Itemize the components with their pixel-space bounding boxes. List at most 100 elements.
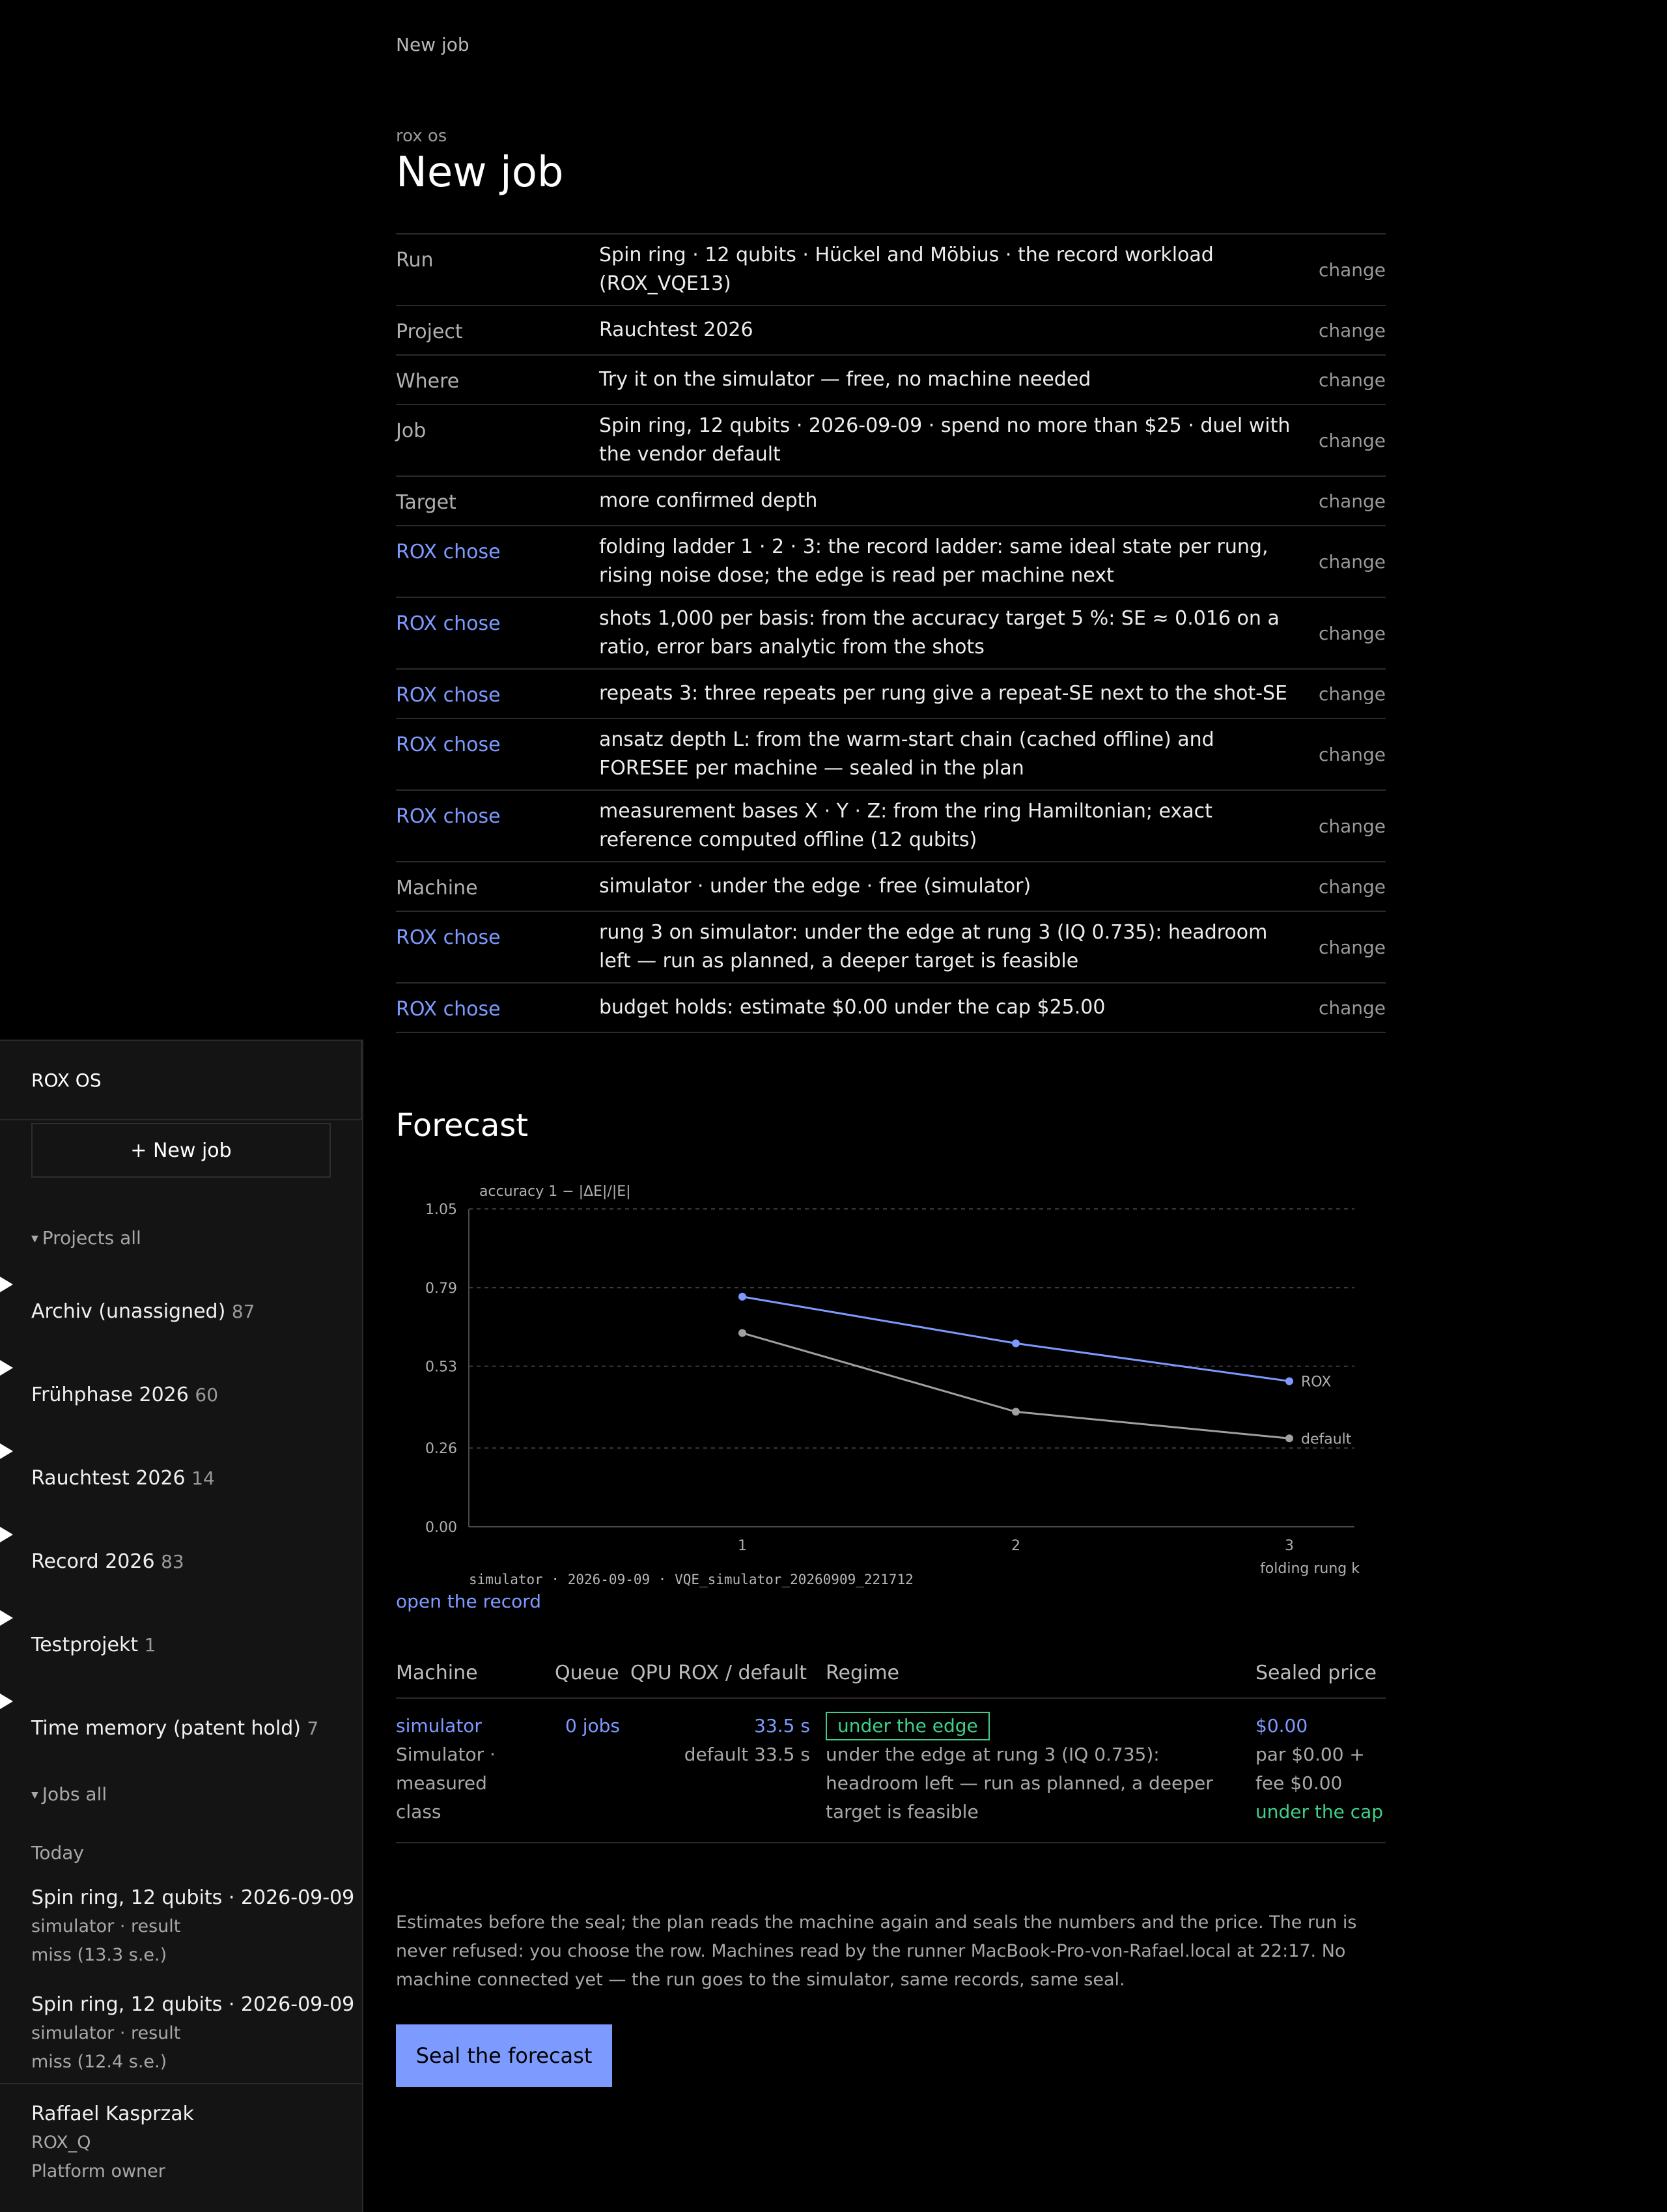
jobs-header[interactable]: ▼ Jobs all: [31, 1783, 107, 1805]
project-name: Rauchtest 2026: [31, 1467, 186, 1490]
change-link[interactable]: change: [1314, 259, 1386, 281]
y-tick-label: 0.79: [425, 1281, 457, 1297]
caret-down-icon: ▼: [31, 1790, 38, 1800]
project-count: 7: [307, 1718, 319, 1739]
user-org: ROX_Q: [31, 2133, 91, 2153]
spec-label: Machine: [396, 877, 478, 900]
change-link[interactable]: change: [1314, 744, 1386, 765]
spec-row: ROX chose measurement bases X · Y · Z: fr…: [396, 791, 1386, 862]
chart-caption: simulator · 2026-09-09 · VQE_simulator_2…: [469, 1572, 914, 1587]
spec-row: ROX chose folding ladder 1 · 2 · 3: the r…: [396, 526, 1386, 598]
open-record-link[interactable]: open the record: [396, 1591, 541, 1612]
project-count: 60: [195, 1384, 219, 1406]
project-name: Frühphase 2026: [31, 1383, 189, 1406]
machine-name-link[interactable]: simulator: [396, 1712, 555, 1740]
sidebar: ROX OS + New job ▼ Projects all Archiv (u…: [0, 1040, 363, 2212]
project-count: 1: [144, 1634, 156, 1656]
spec-row: Target more confirmed depth change: [396, 477, 1386, 526]
sidebar-project-item[interactable]: Record 2026 83: [31, 1550, 184, 1573]
seal-forecast-button[interactable]: Seal the forecast: [396, 2024, 612, 2087]
job-title: Spin ring, 12 qubits · 2026-09-09: [31, 1993, 355, 2016]
change-link[interactable]: change: [1314, 876, 1386, 898]
spec-label: ROX chose: [396, 684, 501, 707]
new-job-button[interactable]: + New job: [31, 1123, 331, 1178]
expand-arrow-icon[interactable]: [0, 1610, 13, 1626]
data-point-ROX: [738, 1292, 746, 1301]
spec-label: Where: [396, 370, 460, 393]
regime-badge: under the edge: [826, 1712, 990, 1740]
col-price: Sealed price: [1255, 1661, 1377, 1684]
series-line-default: [742, 1332, 1290, 1439]
spec-label: ROX chose: [396, 805, 501, 828]
spec-row: Project Rauchtest 2026 change: [396, 306, 1386, 356]
job-result: miss (13.3 s.e.): [31, 1945, 167, 1965]
change-link[interactable]: change: [1314, 815, 1386, 837]
data-point-default: [738, 1329, 746, 1337]
projects-header[interactable]: ▼ Projects all: [31, 1227, 141, 1249]
change-link[interactable]: change: [1314, 490, 1386, 512]
job-meta: simulator · result: [31, 1916, 181, 1936]
spec-label: Target: [396, 491, 456, 514]
brand-logo[interactable]: ROX OS: [0, 1040, 362, 1120]
spec-value: measurement bases X · Y · Z: from the ri…: [599, 800, 1212, 851]
spec-row: ROX chose rung 3 on simulator: under the …: [396, 912, 1386, 984]
expand-arrow-icon[interactable]: [0, 1443, 13, 1459]
col-machine: Machine: [396, 1661, 478, 1684]
spec-value: rung 3 on simulator: under the edge at r…: [599, 921, 1268, 972]
project-name: Time memory (patent hold): [31, 1717, 301, 1740]
data-point-ROX: [1012, 1339, 1020, 1348]
x-tick-label: 2: [1011, 1538, 1020, 1554]
change-link[interactable]: change: [1314, 623, 1386, 644]
spec-value: folding ladder 1 · 2 · 3: the record lad…: [599, 535, 1268, 587]
jobs-header-label: Jobs all: [42, 1783, 107, 1805]
col-qpu: QPU ROX / default: [630, 1661, 807, 1684]
sealed-price: $0.00: [1255, 1715, 1308, 1737]
job-spec-table: Run Spin ring · 12 qubits · Hückel and Mö…: [396, 233, 1386, 1033]
sidebar-project-item[interactable]: Frühphase 2026 60: [31, 1383, 218, 1406]
project-count: 14: [191, 1468, 215, 1489]
change-link[interactable]: change: [1314, 320, 1386, 341]
data-point-default: [1012, 1408, 1020, 1416]
expand-arrow-icon[interactable]: [0, 1527, 13, 1542]
spec-value: Spin ring · 12 qubits · Hückel and Möbiu…: [599, 244, 1214, 295]
change-link[interactable]: change: [1314, 369, 1386, 391]
sidebar-project-item[interactable]: Time memory (patent hold) 7: [31, 1717, 318, 1740]
change-link[interactable]: change: [1314, 430, 1386, 451]
sidebar-project-item[interactable]: Testprojekt 1: [31, 1634, 156, 1656]
expand-arrow-icon[interactable]: [0, 1694, 13, 1709]
change-link[interactable]: change: [1314, 937, 1386, 958]
change-link[interactable]: change: [1314, 683, 1386, 705]
spec-row: Job Spin ring, 12 qubits · 2026-09-09 · s…: [396, 405, 1386, 477]
col-regime: Regime: [826, 1661, 900, 1684]
expand-arrow-icon[interactable]: [0, 1360, 13, 1376]
expand-arrow-icon[interactable]: [0, 1277, 13, 1292]
caret-down-icon: ▼: [31, 1234, 38, 1244]
sidebar-project-item[interactable]: Archiv (unassigned) 87: [31, 1300, 255, 1323]
spec-row: Machine simulator · under the edge · free…: [396, 862, 1386, 912]
spec-label: ROX chose: [396, 733, 501, 756]
user-card[interactable]: Raffael Kasprzak ROX_Q Platform owner: [0, 2083, 362, 2181]
forecast-chart: 0.00 0.26 0.53 0.79 1.05 accuracy 1 − |ΔE|/|E…: [425, 1184, 1360, 1587]
queue-count: 0 jobs: [565, 1715, 620, 1737]
user-name: Raffael Kasprzak: [31, 2103, 194, 2125]
project-count: 87: [231, 1301, 255, 1322]
change-link[interactable]: change: [1314, 551, 1386, 573]
spec-label: ROX chose: [396, 926, 501, 949]
qpu-rox-time: 33.5 s: [754, 1715, 810, 1737]
job-meta: simulator · result: [31, 2023, 181, 2043]
spec-row: ROX chose shots 1,000 per basis: from the…: [396, 598, 1386, 670]
spec-label: ROX chose: [396, 541, 501, 563]
change-link[interactable]: change: [1314, 997, 1386, 1019]
sidebar-project-item[interactable]: Rauchtest 2026 14: [31, 1467, 215, 1490]
project-name: Record 2026: [31, 1550, 155, 1573]
job-result: miss (12.4 s.e.): [31, 2052, 167, 2072]
spec-label: Project: [396, 320, 463, 343]
col-queue: Queue: [555, 1661, 619, 1684]
regime-text: under the edge at rung 3 (IQ 0.735): hea…: [826, 1744, 1213, 1822]
job-title: Spin ring, 12 qubits · 2026-09-09: [31, 1886, 355, 1909]
spec-label: Run: [396, 249, 434, 272]
spec-label: Job: [396, 419, 427, 442]
page-title: New job: [396, 149, 564, 197]
table-row[interactable]: simulator Simulator · measured class 0 j…: [396, 1699, 1386, 1843]
machines-table-header: Machine Queue QPU ROX / default Regime S…: [396, 1648, 1386, 1699]
